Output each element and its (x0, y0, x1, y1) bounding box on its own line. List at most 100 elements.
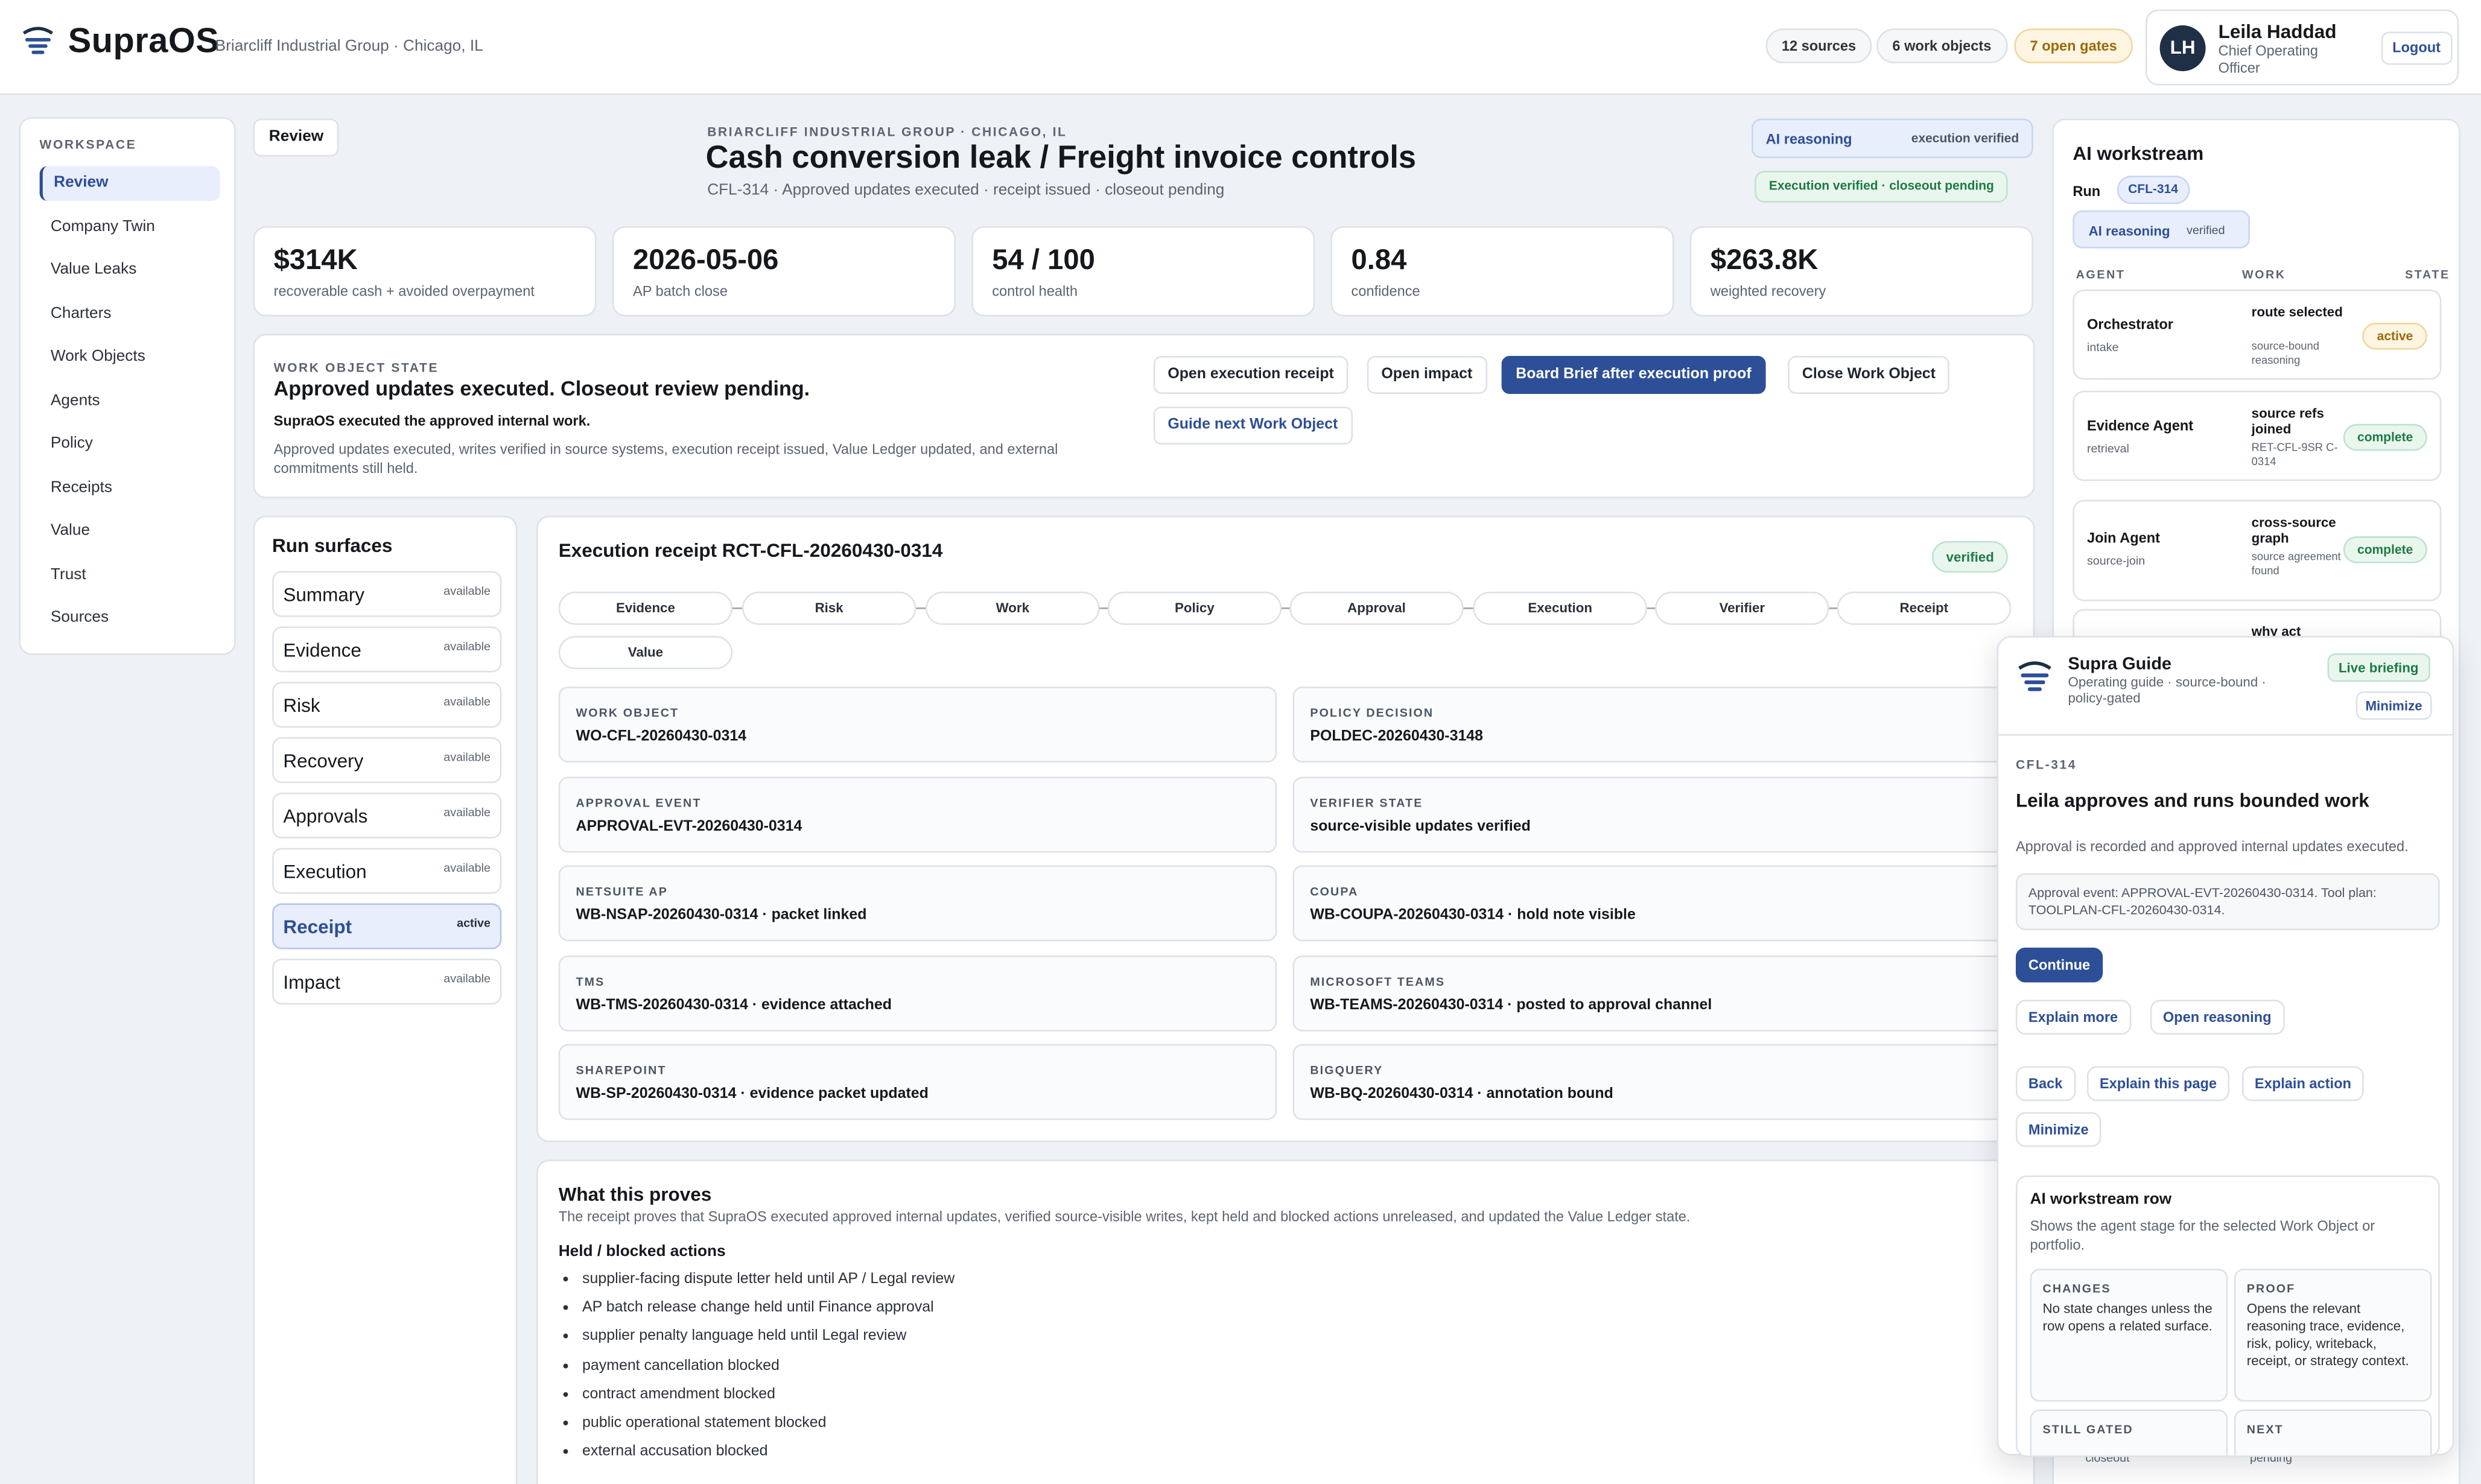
metric-label: weighted recovery (1710, 283, 1826, 299)
sources-chip[interactable]: 12 sources (1765, 28, 1872, 63)
receipt-field: SHAREPOINT WB-SP-20260430-0314 · evidenc… (558, 1044, 1277, 1120)
wos-summary: SupraOS executed the approved internal w… (273, 413, 591, 429)
step-connector (732, 607, 742, 609)
sidebar-item-value-leaks[interactable]: Value Leaks (40, 253, 220, 288)
run-surface-state: available (443, 583, 491, 598)
guide-title: Supra Guide (2068, 655, 2171, 674)
field-key: COUPA (1310, 884, 1359, 899)
explainer-title: AI workstream row (2030, 1191, 2172, 1209)
guide-next-work-object-button[interactable]: Guide next Work Object (1153, 406, 1352, 445)
step-connector (1463, 607, 1473, 609)
guide-kicker: CFL-314 (2015, 758, 2077, 772)
sidebar-item-policy[interactable]: Policy (40, 427, 220, 462)
step-verifier[interactable]: Verifier (1655, 591, 1829, 625)
run-surface-state: available (443, 860, 491, 875)
explain-this-page-button[interactable]: Explain this page (2086, 1066, 2230, 1102)
guide-minimize-button-secondary[interactable]: Minimize (2015, 1112, 2101, 1147)
run-surface-recovery[interactable]: Recovery available (272, 737, 502, 784)
open-execution-receipt-button[interactable]: Open execution receipt (1153, 356, 1349, 394)
field-key: VERIFIER STATE (1310, 796, 1423, 810)
field-key: POLICY DECISION (1310, 705, 1434, 720)
step-value[interactable]: Value (558, 636, 733, 670)
explain-more-button[interactable]: Explain more (2015, 1000, 2131, 1035)
sidebar-item-trust[interactable]: Trust (40, 559, 220, 594)
agent-work: cross-source graph (2251, 514, 2336, 546)
wos-kicker: WORK OBJECT STATE (273, 360, 439, 375)
brand-name[interactable]: SupraOS (68, 21, 220, 62)
run-id-badge[interactable]: CFL-314 (2117, 176, 2190, 205)
field-value: WB-COUPA-20260430-0314 · hold note visib… (1310, 906, 1636, 924)
metric-label: AP batch close (632, 283, 728, 299)
proof-value: Opens the relevant reasoning trace, evid… (2246, 1300, 2409, 1369)
user-role: Chief Operating Officer (2218, 42, 2318, 76)
open-impact-button[interactable]: Open impact (1367, 356, 1487, 394)
supra-guide-panel: Supra Guide Operating guide · source-bou… (1997, 636, 2454, 1457)
metric-value: $263.8K (1710, 243, 1819, 276)
run-surface-state: available (443, 805, 491, 820)
agent-work-detail: source-bound reasoning (2251, 341, 2319, 367)
review-button[interactable]: Review (253, 118, 340, 157)
list-item: payment cancellation blocked (582, 1355, 955, 1384)
open-reasoning-button[interactable]: Open reasoning (2150, 1000, 2284, 1035)
org-label: Briarcliff Industrial Group · Chicago, I… (215, 37, 483, 55)
run-surface-approvals[interactable]: Approvals available (272, 792, 502, 839)
run-surface-state: active (457, 916, 491, 930)
logout-button[interactable]: Logout (2381, 31, 2452, 65)
sidebar-item-charters[interactable]: Charters (40, 297, 220, 332)
avatar: LH (2159, 25, 2206, 72)
sidebar-item-value[interactable]: Value (40, 514, 220, 549)
agent-name: Evidence Agent (2086, 417, 2194, 434)
column-header-agent: AGENT (2076, 267, 2126, 282)
sidebar-title: WORKSPACE (39, 138, 137, 152)
sidebar-item-sources[interactable]: Sources (40, 601, 220, 636)
agent-row-evidence[interactable]: Evidence Agent retrieval source refs joi… (2073, 390, 2442, 481)
continue-button[interactable]: Continue (2015, 947, 2103, 983)
run-label: Run (2073, 183, 2101, 200)
agent-work-detail: source agreement found (2251, 552, 2341, 578)
open-gates-chip[interactable]: 7 open gates (2014, 28, 2133, 63)
explain-action-button[interactable]: Explain action (2241, 1066, 2364, 1102)
step-risk[interactable]: Risk (742, 591, 916, 625)
close-work-object-button[interactable]: Close Work Object (1788, 356, 1950, 394)
run-surfaces-panel: Run surfaces Summary available Evidence … (253, 515, 518, 1484)
field-value: POLDEC-20260430-3148 (1310, 728, 1484, 746)
run-surface-name: Impact (283, 971, 340, 994)
sidebar-item-receipts[interactable]: Receipts (40, 471, 220, 506)
step-execution[interactable]: Execution (1473, 591, 1647, 625)
step-approval[interactable]: Approval (1289, 591, 1464, 625)
step-evidence[interactable]: Evidence (558, 591, 733, 625)
agent-row-orchestrator[interactable]: Orchestrator intake route selected sourc… (2073, 289, 2442, 380)
live-briefing-badge[interactable]: Live briefing (2327, 653, 2430, 682)
run-surface-receipt[interactable]: Receipt active (272, 903, 502, 950)
field-value: WO-CFL-20260430-0314 (576, 728, 747, 746)
run-surface-evidence[interactable]: Evidence available (272, 626, 502, 673)
sidebar-item-agents[interactable]: Agents (40, 384, 220, 419)
explainer-description: Shows the agent stage for the selected W… (2030, 1218, 2375, 1253)
step-policy[interactable]: Policy (1107, 591, 1282, 625)
sidebar-item-work-objects[interactable]: Work Objects (40, 340, 220, 375)
sidebar-item-review[interactable]: Review (39, 166, 220, 201)
metric-value: 2026-05-06 (632, 243, 779, 276)
ai-reasoning-pill[interactable]: AI reasoning execution verified (1751, 118, 2033, 159)
held-actions-title: Held / blocked actions (558, 1243, 726, 1261)
run-surface-summary[interactable]: Summary available (272, 571, 502, 617)
supraos-logo-icon (22, 27, 53, 54)
step-work[interactable]: Work (926, 591, 1100, 625)
run-surface-name: Recovery (283, 750, 364, 772)
field-key: WORK OBJECT (576, 705, 679, 720)
sidebar-item-company-twin[interactable]: Company Twin (40, 211, 220, 246)
run-surface-name: Receipt (283, 916, 352, 939)
step-connector (916, 607, 926, 609)
ai-workstream-title: AI workstream (2073, 142, 2204, 165)
changes-box: CHANGES No state changes unless the row … (2030, 1269, 2228, 1402)
run-surface-execution[interactable]: Execution available (272, 848, 502, 894)
back-button[interactable]: Back (2015, 1066, 2076, 1102)
ai-reasoning-verified-pill[interactable]: AI reasoning verified (2073, 210, 2251, 249)
run-surface-risk[interactable]: Risk available (272, 682, 502, 728)
board-brief-button[interactable]: Board Brief after execution proof (1501, 356, 1766, 394)
guide-minimize-button[interactable]: Minimize (2356, 691, 2432, 720)
work-objects-chip[interactable]: 6 work objects (1876, 28, 2007, 63)
run-surface-impact[interactable]: Impact available (272, 959, 502, 1005)
step-receipt[interactable]: Receipt (1837, 591, 2012, 625)
agent-row-join[interactable]: Join Agent source-join cross-source grap… (2073, 499, 2442, 601)
